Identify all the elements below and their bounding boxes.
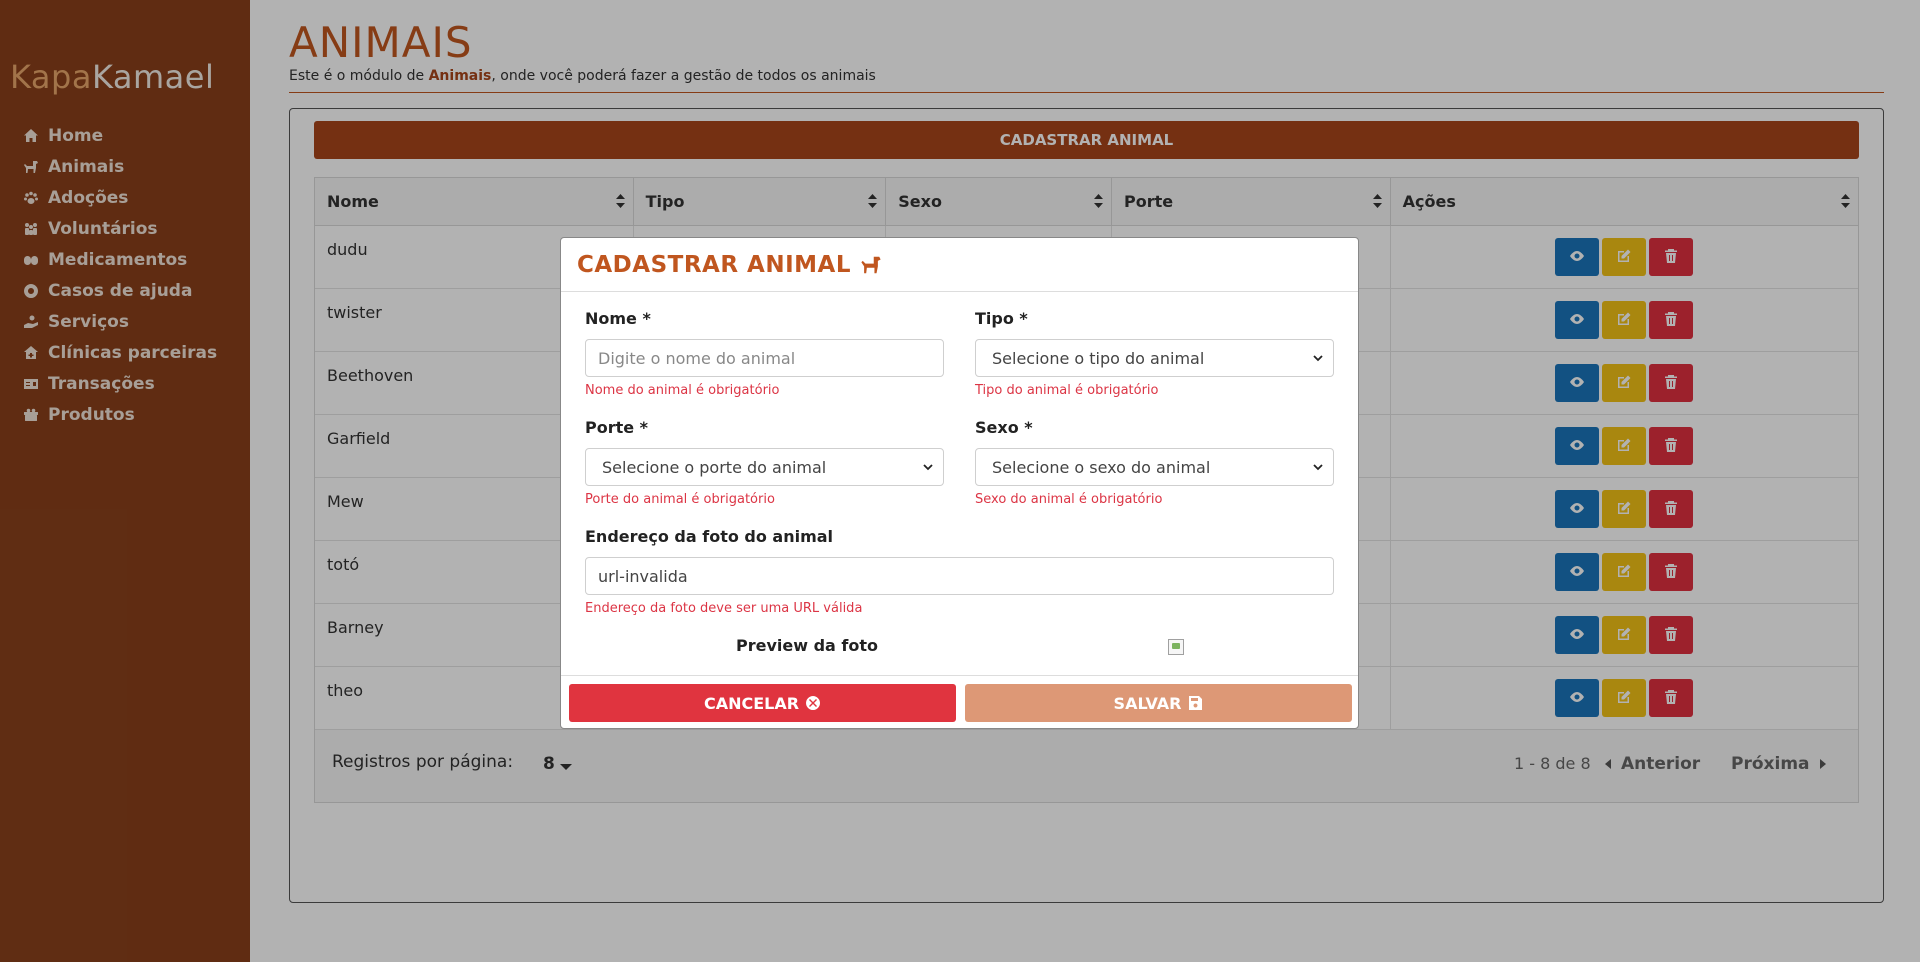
save-button[interactable]: SALVAR <box>965 684 1352 722</box>
modal-header: CADASTRAR ANIMAL <box>561 238 1358 292</box>
chevron-down-icon <box>1313 464 1323 471</box>
sexo-selected-value: Selecione o sexo do animal <box>992 457 1211 477</box>
foto-label: Endereço da foto do animal <box>585 527 834 546</box>
sexo-select[interactable]: Selecione o sexo do animal <box>975 448 1334 486</box>
nome-placeholder: Digite o nome do animal <box>598 348 796 368</box>
save-label: SALVAR <box>1113 693 1182 713</box>
tipo-error: Tipo do animal é obrigatório <box>975 383 1159 398</box>
tipo-select[interactable]: Selecione o tipo do animal <box>975 339 1334 377</box>
preview-label: Preview da foto <box>736 636 878 655</box>
porte-label: Porte * <box>585 418 649 437</box>
tipo-selected-value: Selecione o tipo do animal <box>992 348 1205 368</box>
register-animal-modal: CADASTRAR ANIMAL Nome * Digite o nome do… <box>560 237 1359 729</box>
modal-title: CADASTRAR ANIMAL <box>577 251 852 278</box>
nome-label: Nome * <box>585 309 651 328</box>
broken-image-icon <box>1168 639 1184 655</box>
porte-select[interactable]: Selecione o porte do animal <box>585 448 944 486</box>
cancel-button[interactable]: CANCELAR <box>569 684 956 722</box>
modal-footer: CANCELAR SALVAR <box>561 675 1358 728</box>
circle-x-icon <box>806 696 821 710</box>
nome-input[interactable]: Digite o nome do animal <box>585 339 944 377</box>
chevron-down-icon <box>923 464 933 471</box>
floppy-disk-icon <box>1189 696 1203 710</box>
chevron-down-icon <box>1313 355 1323 362</box>
sexo-label: Sexo * <box>975 418 1033 437</box>
porte-selected-value: Selecione o porte do animal <box>602 457 827 477</box>
foto-url-input[interactable]: url-invalida <box>585 557 1334 595</box>
porte-error: Porte do animal é obrigatório <box>585 492 775 507</box>
cancel-label: CANCELAR <box>703 693 800 713</box>
dog-icon <box>859 254 883 276</box>
foto-error: Endereço da foto deve ser uma URL válida <box>585 601 863 616</box>
foto-url-value: url-invalida <box>598 566 688 586</box>
nome-error: Nome do animal é obrigatório <box>585 383 780 398</box>
tipo-label: Tipo * <box>975 309 1028 328</box>
sexo-error: Sexo do animal é obrigatório <box>975 492 1163 507</box>
